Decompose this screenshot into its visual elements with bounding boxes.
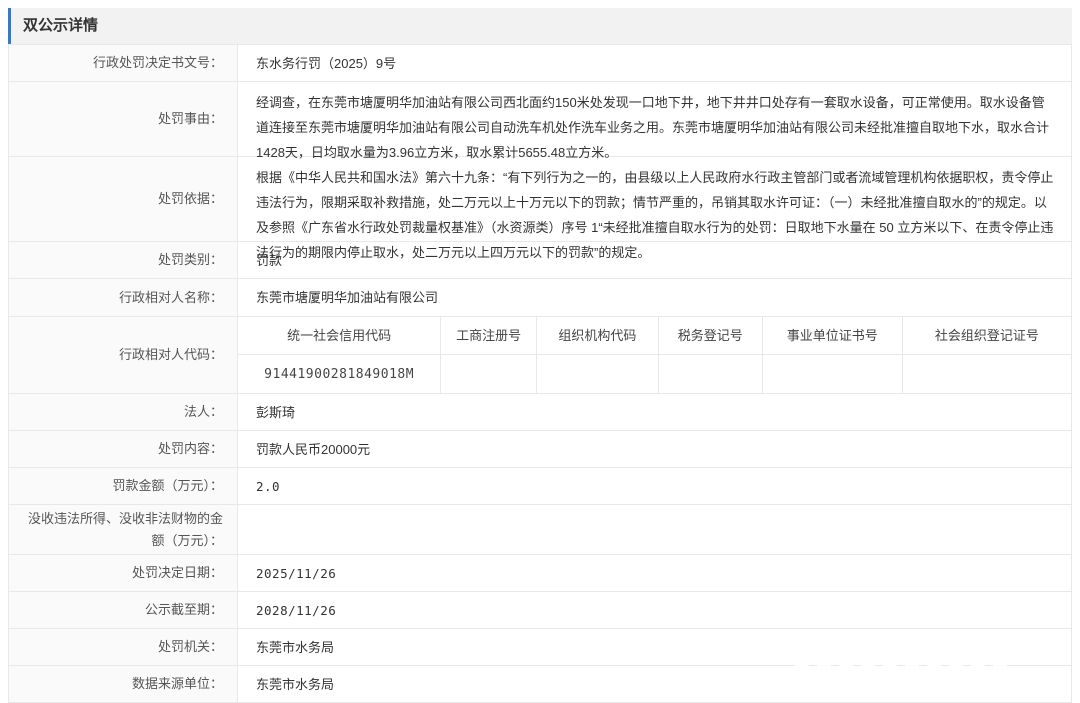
field-value: 罚款 <box>238 242 1071 278</box>
row-legal-person: 法人： 彭斯琦 <box>9 394 1071 431</box>
field-label: 行政相对人代码： <box>9 317 238 393</box>
row-party-name: 行政相对人名称： 东莞市塘厦明华加油站有限公司 <box>9 279 1071 317</box>
penalty-detail-table: 行政处罚决定书文号： 东水务行罚（2025）9号 处罚事由： 经调查，在东莞市塘… <box>8 44 1072 703</box>
detail-panel: 双公示详情 行政处罚决定书文号： 东水务行罚（2025）9号 处罚事由： 经调查… <box>8 8 1072 703</box>
code-header-tax-reg: 税务登记号 <box>659 317 763 354</box>
field-label: 处罚事由： <box>9 82 238 156</box>
field-label: 处罚依据： <box>9 157 238 241</box>
code-header-business-reg: 工商注册号 <box>441 317 537 354</box>
row-data-source: 数据来源单位： 东莞市水务局 <box>9 666 1071 703</box>
code-value-tax-reg <box>659 355 763 393</box>
field-value: 2025/11/26 <box>238 555 1071 591</box>
row-fine-amount: 罚款金额（万元）： 2.0 <box>9 468 1071 505</box>
field-value: 经调查，在东莞市塘厦明华加油站有限公司西北面约150米处发现一口地下井，地下井井… <box>238 82 1071 156</box>
row-penalty-category: 处罚类别： 罚款 <box>9 242 1071 279</box>
field-value <box>238 505 1071 554</box>
field-value: 2028/11/26 <box>238 592 1071 628</box>
row-party-codes: 行政相对人代码： 统一社会信用代码 工商注册号 组织机构代码 税务登记号 事业单… <box>9 317 1071 394</box>
code-value-social-org-reg <box>903 355 1071 393</box>
party-code-table: 统一社会信用代码 工商注册号 组织机构代码 税务登记号 事业单位证书号 社会组织… <box>238 317 1071 393</box>
row-publicity-deadline: 公示截至期： 2028/11/26 <box>9 592 1071 629</box>
field-value: 2.0 <box>238 468 1071 504</box>
row-penalty-authority: 处罚机关： 东莞市水务局 <box>9 629 1071 666</box>
field-label: 罚款金额（万元）： <box>9 468 238 504</box>
field-value: 东水务行罚（2025）9号 <box>238 45 1071 81</box>
field-label: 处罚机关： <box>9 629 238 665</box>
row-penalty-basis: 处罚依据： 根据《中华人民共和国水法》第六十九条：“有下列行为之一的，由县级以上… <box>9 157 1071 242</box>
row-decision-date: 处罚决定日期： 2025/11/26 <box>9 555 1071 592</box>
field-label: 处罚决定日期： <box>9 555 238 591</box>
code-header-credit-code: 统一社会信用代码 <box>238 317 441 354</box>
field-label: 数据来源单位： <box>9 666 238 702</box>
field-value: 彭斯琦 <box>238 394 1071 430</box>
field-value: 东莞市水务局 <box>238 666 1071 702</box>
code-header-social-org-reg: 社会组织登记证号 <box>903 317 1071 354</box>
code-header-org-code: 组织机构代码 <box>537 317 659 354</box>
row-decision-number: 行政处罚决定书文号： 东水务行罚（2025）9号 <box>9 45 1071 82</box>
row-penalty-reason: 处罚事由： 经调查，在东莞市塘厦明华加油站有限公司西北面约150米处发现一口地下… <box>9 82 1071 157</box>
field-label: 没收违法所得、没收非法财物的金额（万元）： <box>9 505 238 554</box>
page-title: 双公示详情 <box>8 8 1072 44</box>
field-label: 行政相对人名称： <box>9 279 238 316</box>
code-value-credit-code: 91441900281849018M <box>238 355 441 393</box>
field-label: 行政处罚决定书文号： <box>9 45 238 81</box>
row-penalty-content: 处罚内容： 罚款人民币20000元 <box>9 431 1071 468</box>
code-value-institution-cert <box>763 355 903 393</box>
field-value: 东莞市塘厦明华加油站有限公司 <box>238 279 1071 316</box>
field-value: 根据《中华人民共和国水法》第六十九条：“有下列行为之一的，由县级以上人民政府水行… <box>238 157 1071 241</box>
field-label: 处罚类别： <box>9 242 238 278</box>
field-label: 公示截至期： <box>9 592 238 628</box>
code-value-business-reg <box>441 355 537 393</box>
field-label: 法人： <box>9 394 238 430</box>
field-value: 统一社会信用代码 工商注册号 组织机构代码 税务登记号 事业单位证书号 社会组织… <box>238 317 1071 393</box>
code-table-value-row: 91441900281849018M <box>238 355 1071 393</box>
field-value: 东莞市水务局 <box>238 629 1071 665</box>
code-value-org-code <box>537 355 659 393</box>
row-confiscation-amount: 没收违法所得、没收非法财物的金额（万元）： <box>9 505 1071 555</box>
code-table-header-row: 统一社会信用代码 工商注册号 组织机构代码 税务登记号 事业单位证书号 社会组织… <box>238 317 1071 355</box>
field-label: 处罚内容： <box>9 431 238 467</box>
field-value: 罚款人民币20000元 <box>238 431 1071 467</box>
code-header-institution-cert: 事业单位证书号 <box>763 317 903 354</box>
